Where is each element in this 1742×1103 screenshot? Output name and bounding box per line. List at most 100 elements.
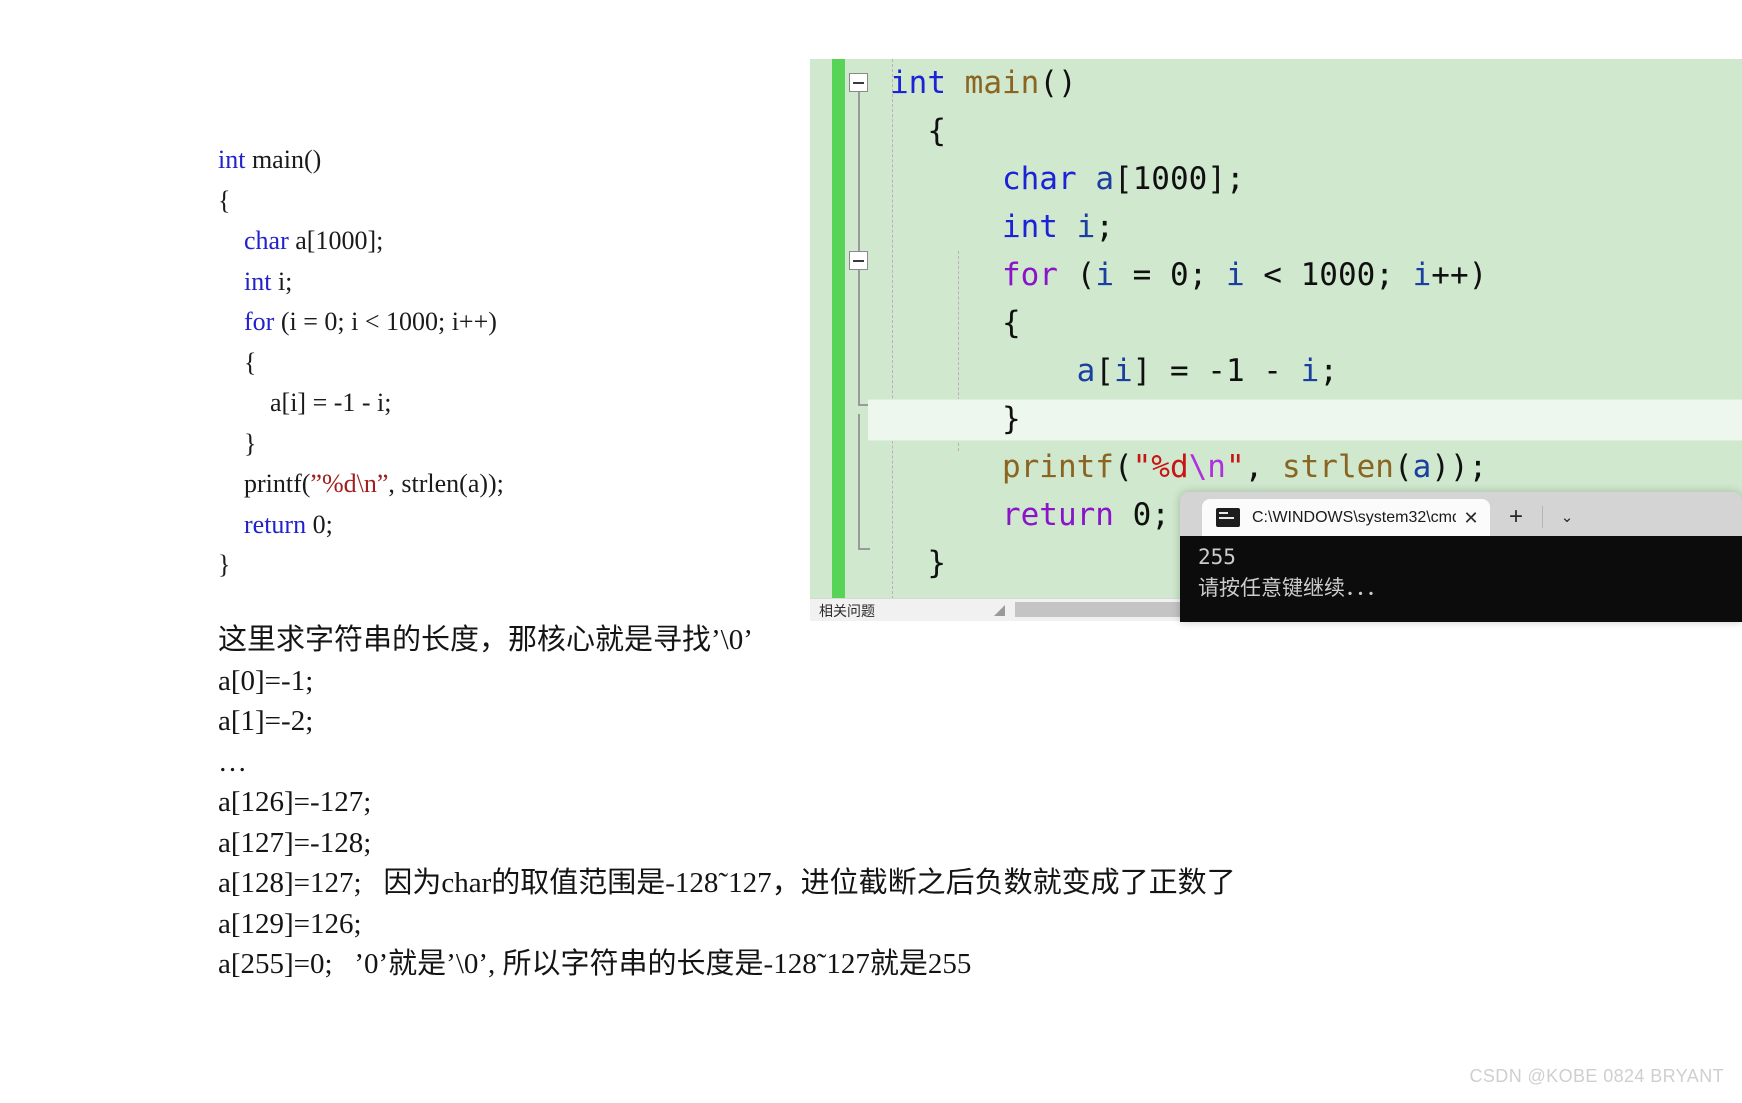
editor-code-token: a bbox=[1412, 449, 1432, 485]
note-line: a[129]=126; bbox=[218, 907, 362, 940]
code-line: a[i] = -1 - i; bbox=[218, 383, 738, 424]
code-line: { bbox=[218, 343, 738, 384]
code-line: return 0; bbox=[218, 505, 738, 546]
code-token: } bbox=[218, 428, 257, 458]
note-line: a[128]=127; 因为char的取值范围是-128˜127，进位截断之后负… bbox=[218, 867, 1236, 899]
code-token: ”%d\n” bbox=[310, 469, 389, 498]
editor-code-token: " bbox=[1225, 449, 1245, 485]
editor-code-token: i bbox=[1076, 209, 1096, 245]
terminal-output-area[interactable]: 255 请按任意键继续．．． bbox=[1180, 536, 1742, 622]
terminal-output-text: 255 请按任意键继续．．． bbox=[1198, 542, 1387, 604]
code-token: a[i] = -1 - i; bbox=[218, 388, 392, 417]
code-line: } bbox=[218, 424, 738, 465]
editor-code-line[interactable]: { bbox=[810, 107, 1742, 155]
code-line: char a[1000]; bbox=[218, 221, 738, 262]
editor-code-token: ; bbox=[1319, 353, 1338, 389]
code-token: , strlen(a)); bbox=[388, 469, 504, 498]
code-token: char bbox=[244, 226, 296, 255]
code-token: main() bbox=[251, 145, 322, 174]
editor-code-token bbox=[890, 353, 1077, 389]
code-line: int i; bbox=[218, 262, 738, 303]
editor-code-line[interactable]: { bbox=[810, 299, 1742, 347]
code-token: } bbox=[218, 550, 231, 579]
code-token: i; bbox=[277, 266, 293, 296]
editor-code-line[interactable]: a[i] = -1 - i; bbox=[810, 347, 1742, 395]
editor-code-token bbox=[890, 257, 1002, 293]
editor-code-token bbox=[890, 209, 1002, 245]
code-token: { bbox=[218, 347, 257, 377]
editor-code-token: ( bbox=[1393, 449, 1413, 485]
editor-code-token: [ bbox=[1095, 353, 1114, 389]
note-line: a[127]=-128; bbox=[218, 826, 372, 859]
editor-code-line[interactable]: int i; bbox=[810, 203, 1742, 251]
csdn-watermark: CSDN @KOBE 0824 BRYANT bbox=[1469, 1066, 1724, 1086]
editor-code-token: () bbox=[1039, 65, 1077, 101]
new-tab-icon[interactable]: + bbox=[1502, 505, 1530, 531]
editor-code-token bbox=[890, 449, 1002, 485]
editor-code-token: \n bbox=[1188, 449, 1226, 485]
terminal-line: 255 bbox=[1198, 545, 1236, 569]
editor-code-token: { bbox=[890, 113, 946, 149]
resize-grip-icon[interactable] bbox=[994, 605, 1005, 616]
editor-code-token: )); bbox=[1431, 449, 1488, 485]
close-icon[interactable]: ✕ bbox=[1456, 509, 1486, 527]
code-line: for (i = 0; i < 1000; i++) bbox=[218, 302, 738, 343]
code-token: return bbox=[244, 509, 313, 539]
editor-code-token: for bbox=[1001, 257, 1058, 293]
code-token: a[1000]; bbox=[295, 226, 384, 255]
editor-code-token: ; bbox=[1095, 209, 1114, 245]
note-line: … bbox=[218, 745, 247, 778]
editor-code-token: i bbox=[1412, 257, 1432, 293]
windows-terminal[interactable]: C:\WINDOWS\system32\cmd. ✕ + ⌄ 255 请按任意键继… bbox=[1180, 492, 1742, 622]
code-line: printf(”%d\n”, strlen(a)); bbox=[218, 464, 738, 505]
editor-code-token bbox=[890, 497, 1002, 533]
note-line: a[255]=0; ’0’就是’\0’, 所以字符串的长度是-128˜127就是… bbox=[218, 948, 972, 980]
editor-code-token: } bbox=[890, 401, 1021, 437]
editor-code-token: i bbox=[1300, 353, 1320, 389]
editor-code-token: , bbox=[1244, 449, 1282, 485]
chevron-down-icon[interactable]: ⌄ bbox=[1552, 506, 1582, 530]
editor-code-token: int bbox=[1001, 209, 1058, 245]
editor-code-token bbox=[946, 65, 965, 101]
code-token: 0; bbox=[312, 509, 333, 539]
editor-code-token: return bbox=[1001, 497, 1114, 533]
editor-code-token: a bbox=[1095, 161, 1114, 197]
console-icon bbox=[1216, 508, 1240, 527]
editor-code-token: [1000]; bbox=[1113, 161, 1245, 197]
code-line: } bbox=[218, 545, 738, 586]
editor-code-token: = 0; bbox=[1113, 257, 1226, 293]
terminal-tab[interactable]: C:\WINDOWS\system32\cmd. ✕ bbox=[1202, 499, 1490, 536]
editor-code-line[interactable]: int main() bbox=[810, 59, 1742, 107]
code-line: { bbox=[218, 181, 738, 222]
editor-code-token: i bbox=[1113, 353, 1133, 389]
tabstrip-divider bbox=[1542, 506, 1543, 528]
editor-code-token: strlen bbox=[1281, 449, 1394, 485]
code-token: int bbox=[218, 145, 252, 174]
editor-code-token bbox=[1077, 161, 1096, 197]
editor-code-line[interactable]: char a[1000]; bbox=[810, 155, 1742, 203]
note-line: 这里求字符串的长度，那核心就是寻找’\0’ bbox=[218, 624, 753, 656]
editor-code-line[interactable]: for (i = 0; i < 1000; i++) bbox=[810, 251, 1742, 299]
editor-code-token: main bbox=[964, 65, 1040, 101]
terminal-line: 请按任意键继续．．． bbox=[1198, 576, 1387, 600]
editor-code-token: < 1000; bbox=[1244, 257, 1413, 293]
editor-code-token: ] = -1 - bbox=[1132, 353, 1301, 389]
code-token: (i = 0; i < 1000; i++) bbox=[274, 307, 497, 336]
editor-code-token: ( bbox=[1057, 257, 1096, 293]
explanation-notes: 这里求字符串的长度，那核心就是寻找’\0’ a[0]=-1; a[1]=-2; … a[… bbox=[218, 620, 1518, 985]
note-line: a[126]=-127; bbox=[218, 786, 372, 818]
editor-code-token: i bbox=[1095, 257, 1114, 293]
editor-code-token: { bbox=[890, 305, 1021, 341]
code-token: printf( bbox=[218, 469, 311, 498]
plain-code-listing: int main() { char a[1000]; int i; for (i … bbox=[218, 140, 738, 586]
editor-code-line[interactable]: printf("%d\n", strlen(a)); bbox=[810, 443, 1742, 491]
editor-code-token: } bbox=[890, 545, 946, 581]
editor-code-token: a bbox=[1076, 353, 1096, 389]
editor-code-token: "%d bbox=[1132, 449, 1189, 485]
terminal-tab-strip[interactable]: C:\WINDOWS\system32\cmd. ✕ + ⌄ bbox=[1180, 492, 1742, 536]
editor-code-token: int bbox=[890, 65, 946, 101]
editor-code-line[interactable]: } bbox=[810, 395, 1742, 443]
